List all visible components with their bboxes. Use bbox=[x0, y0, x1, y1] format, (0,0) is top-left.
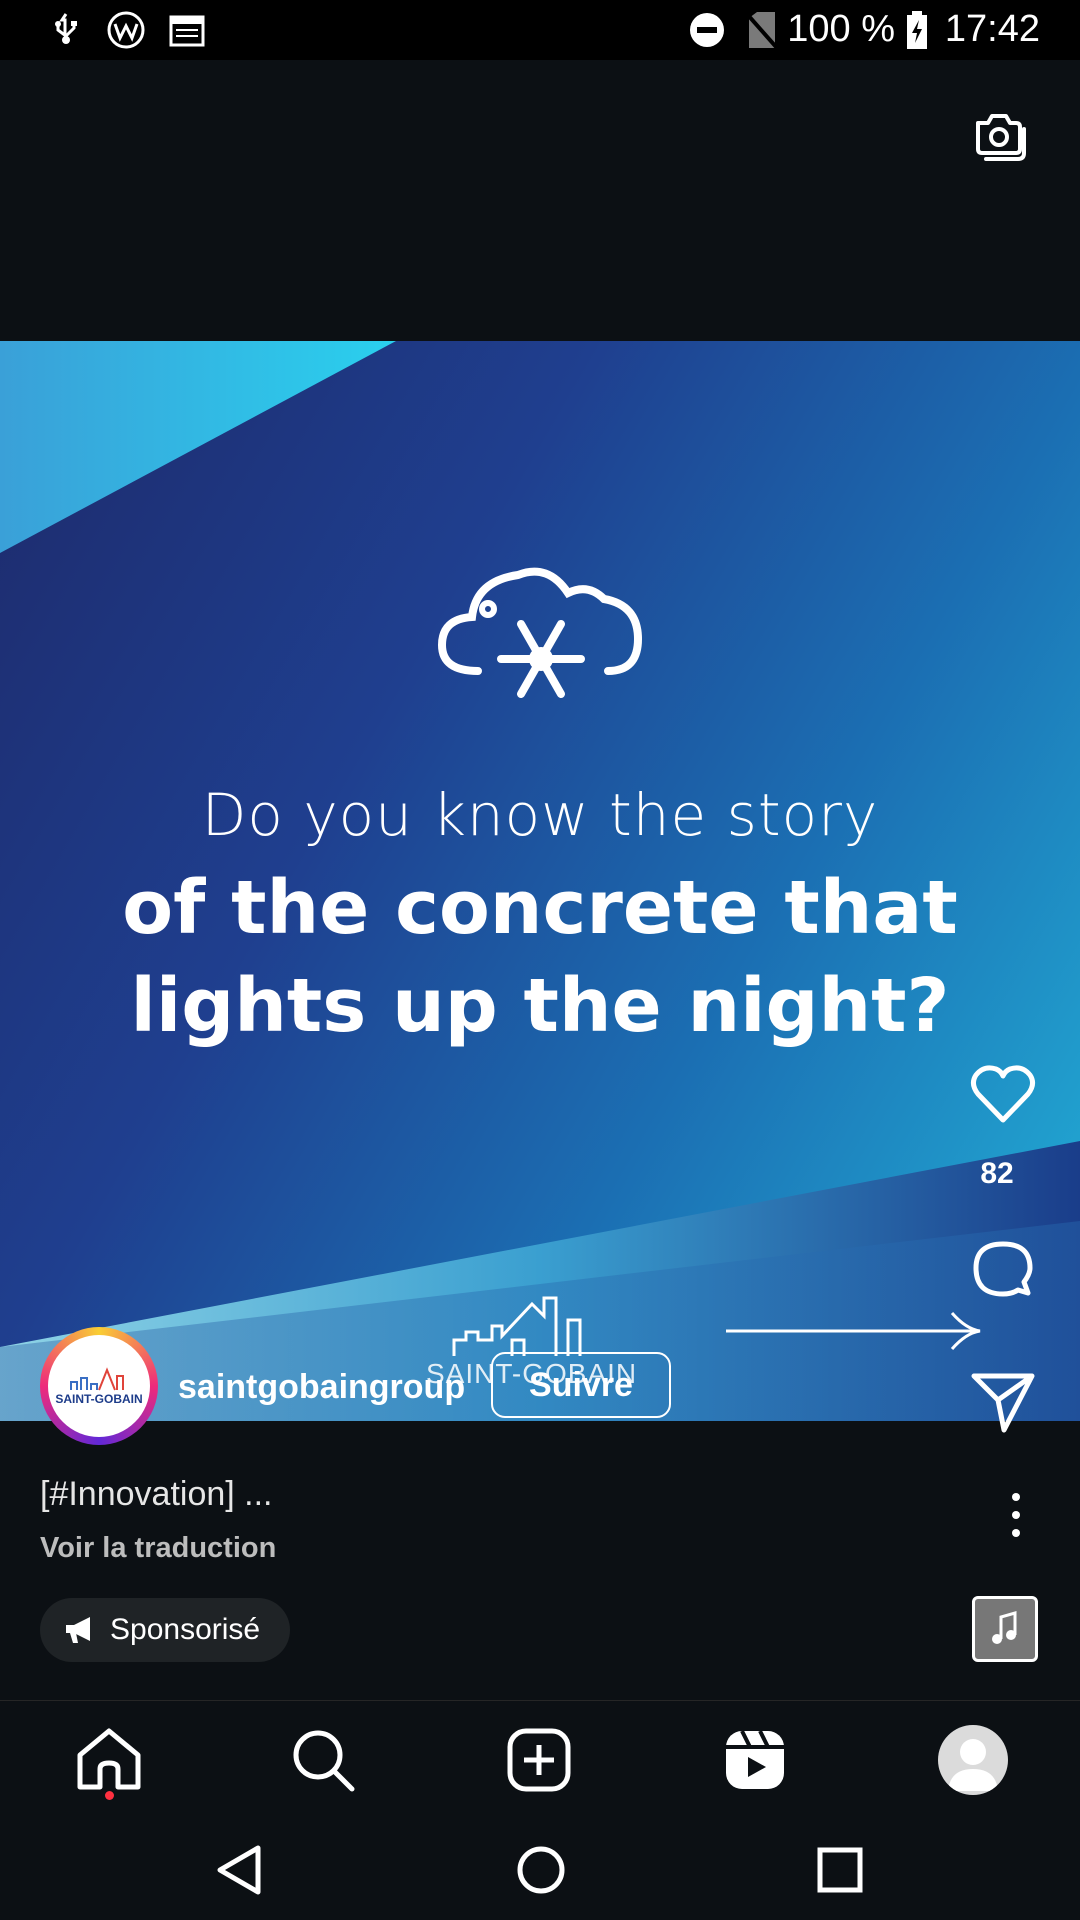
usb-icon bbox=[55, 13, 77, 44]
caption-text[interactable]: [#Innovation] ... bbox=[40, 1475, 273, 1514]
headline-line2: of the concrete that lights up the night… bbox=[0, 859, 1080, 1055]
audio-thumbnail[interactable] bbox=[972, 1596, 1038, 1662]
headline-line1: Do you know the story bbox=[201, 781, 879, 849]
home-circle-icon[interactable] bbox=[515, 1844, 567, 1896]
translate-link[interactable]: Voir la traduction bbox=[40, 1532, 276, 1565]
status-bar: 100 % 17:42 bbox=[0, 0, 1080, 60]
share-icon[interactable] bbox=[968, 1368, 1038, 1438]
like-count[interactable]: 82 bbox=[962, 1157, 1032, 1191]
heart-icon[interactable] bbox=[968, 1060, 1038, 1130]
megaphone-icon bbox=[66, 1617, 90, 1643]
avatar-label: SAINT-GOBAIN bbox=[55, 1392, 143, 1406]
status-time: 17:42 bbox=[944, 8, 1040, 50]
calendar-icon bbox=[169, 15, 205, 47]
avatar[interactable]: SAINT-GOBAIN bbox=[48, 1335, 150, 1437]
brand-logo-icon bbox=[70, 1367, 124, 1391]
dnd-icon bbox=[690, 13, 724, 47]
battery-percent: 100 % bbox=[787, 8, 895, 50]
reel-media[interactable]: Do you know the story of the concrete th… bbox=[0, 341, 1080, 1421]
follow-button[interactable]: Suivre bbox=[491, 1352, 671, 1418]
arrow-right-icon bbox=[726, 1312, 981, 1350]
home-icon[interactable] bbox=[74, 1725, 144, 1795]
sponsored-badge[interactable]: Sponsorisé bbox=[40, 1598, 291, 1662]
back-icon[interactable] bbox=[214, 1844, 266, 1896]
brand-skyline-icon bbox=[452, 1296, 582, 1356]
sponsored-label: Sponsorisé bbox=[110, 1613, 261, 1646]
headline-line2-text: of the concrete that lights up the night… bbox=[122, 865, 958, 1049]
reels-icon[interactable] bbox=[720, 1725, 790, 1795]
recents-icon[interactable] bbox=[814, 1844, 866, 1896]
no-sim-icon bbox=[745, 12, 779, 50]
camera-icon[interactable] bbox=[970, 105, 1030, 165]
comment-icon[interactable] bbox=[968, 1238, 1038, 1308]
more-icon[interactable] bbox=[1006, 1490, 1026, 1540]
username[interactable]: saintgobaingroup bbox=[178, 1368, 465, 1407]
w-app-icon bbox=[107, 11, 145, 49]
search-icon[interactable] bbox=[288, 1725, 358, 1795]
create-icon[interactable] bbox=[504, 1725, 574, 1795]
home-notification-dot bbox=[105, 1791, 114, 1800]
music-note-icon bbox=[992, 1611, 1017, 1644]
battery-charging-icon bbox=[907, 11, 927, 49]
profile-icon bbox=[948, 1739, 998, 1791]
profile-avatar[interactable] bbox=[938, 1725, 1008, 1795]
cloud-snow-icon bbox=[438, 567, 643, 698]
